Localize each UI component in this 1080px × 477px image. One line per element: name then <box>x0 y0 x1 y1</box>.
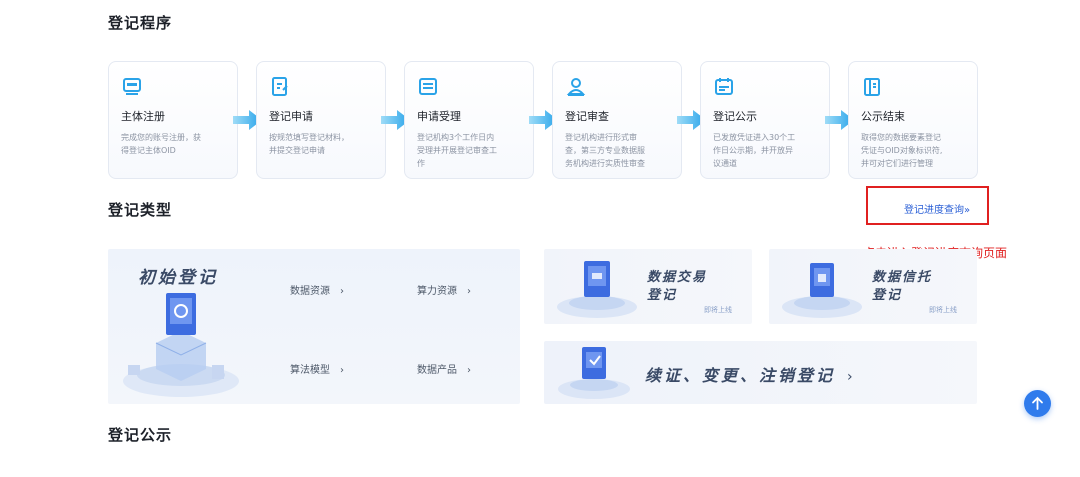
item-algorithm-models[interactable]: 算法模型 › <box>290 361 344 376</box>
chevron-right-icon: › <box>847 369 856 385</box>
section-title-publicity: 登记公示 <box>108 424 208 448</box>
arrow-up-icon <box>1032 396 1043 410</box>
coming-soon-label: 即将上线 <box>929 306 957 314</box>
item-data-products[interactable]: 数据产品 › <box>417 361 471 376</box>
section-title-procedure: 登记程序 <box>108 12 208 36</box>
document-edit-icon <box>272 77 288 96</box>
chevron-right-icon: › <box>340 286 344 297</box>
step-title: 登记审查 <box>565 110 609 123</box>
step-finish: 公示结束 取得您的数据要素登记 凭证与OID对象标识符, 并可对它们进行管理 <box>848 61 978 179</box>
procedure-steps: 主体注册 完成您的账号注册，获 得登记主体OID 登记申请 按规范填写登记材料，… <box>108 61 978 179</box>
step-apply: 登记申请 按规范填写登记材料， 并提交登记申请 <box>256 61 386 179</box>
initial-registration-panel: 初始登记 数据资源 › 算力资源 › 算法模型 › 数据产品 › <box>108 249 520 404</box>
card-data-trading[interactable]: 数据交易 登记 即将上线 <box>544 249 752 324</box>
card-title: 数据交易 登记 <box>647 270 708 303</box>
book-icon <box>864 78 880 96</box>
step-title: 登记公示 <box>713 110 757 123</box>
card-title: 数据信托 登记 <box>872 270 933 303</box>
trading-illustration-icon <box>557 261 637 318</box>
renew-illustration-icon <box>558 347 630 399</box>
highlight-box <box>866 186 989 225</box>
chevron-right-icon: › <box>467 286 471 297</box>
card-title: 续证、变更、注销登记 › <box>645 366 856 385</box>
coming-soon-label: 即将上线 <box>704 306 732 314</box>
item-compute-resources[interactable]: 算力资源 › <box>417 282 471 297</box>
step-title: 申请受理 <box>417 110 461 123</box>
monitor-icon <box>123 78 141 95</box>
step-publicity: 登记公示 已发放凭证进入30个工 作日公示期，并开放异 议通道 <box>700 61 830 179</box>
trust-illustration-icon <box>782 263 862 318</box>
step-title: 主体注册 <box>121 110 165 123</box>
step-register-subject: 主体注册 完成您的账号注册，获 得登记主体OID <box>108 61 238 179</box>
chevron-right-icon: › <box>467 365 471 376</box>
calendar-icon <box>715 78 733 95</box>
step-review: 登记审查 登记机构进行形式审 查，第三方专业数据服 务机构进行实质性审查 <box>552 61 682 179</box>
card-renew-change-cancel[interactable]: 续证、变更、注销登记 › <box>544 341 977 404</box>
item-data-resources[interactable]: 数据资源 › <box>290 282 344 297</box>
card-data-trust[interactable]: 数据信托 登记 即将上线 <box>769 249 977 324</box>
user-stamp-icon <box>566 78 586 96</box>
section-title-types: 登记类型 <box>108 199 208 223</box>
chevron-right-icon: › <box>340 365 344 376</box>
list-card-icon <box>419 78 437 95</box>
step-title: 登记申请 <box>269 110 313 123</box>
step-title: 公示结束 <box>861 110 905 123</box>
step-accept: 申请受理 登记机构3个工作日内 受理并开展登记审查工 作 <box>404 61 534 179</box>
server-illustration-icon <box>123 293 239 397</box>
back-to-top-button[interactable] <box>1024 390 1051 417</box>
